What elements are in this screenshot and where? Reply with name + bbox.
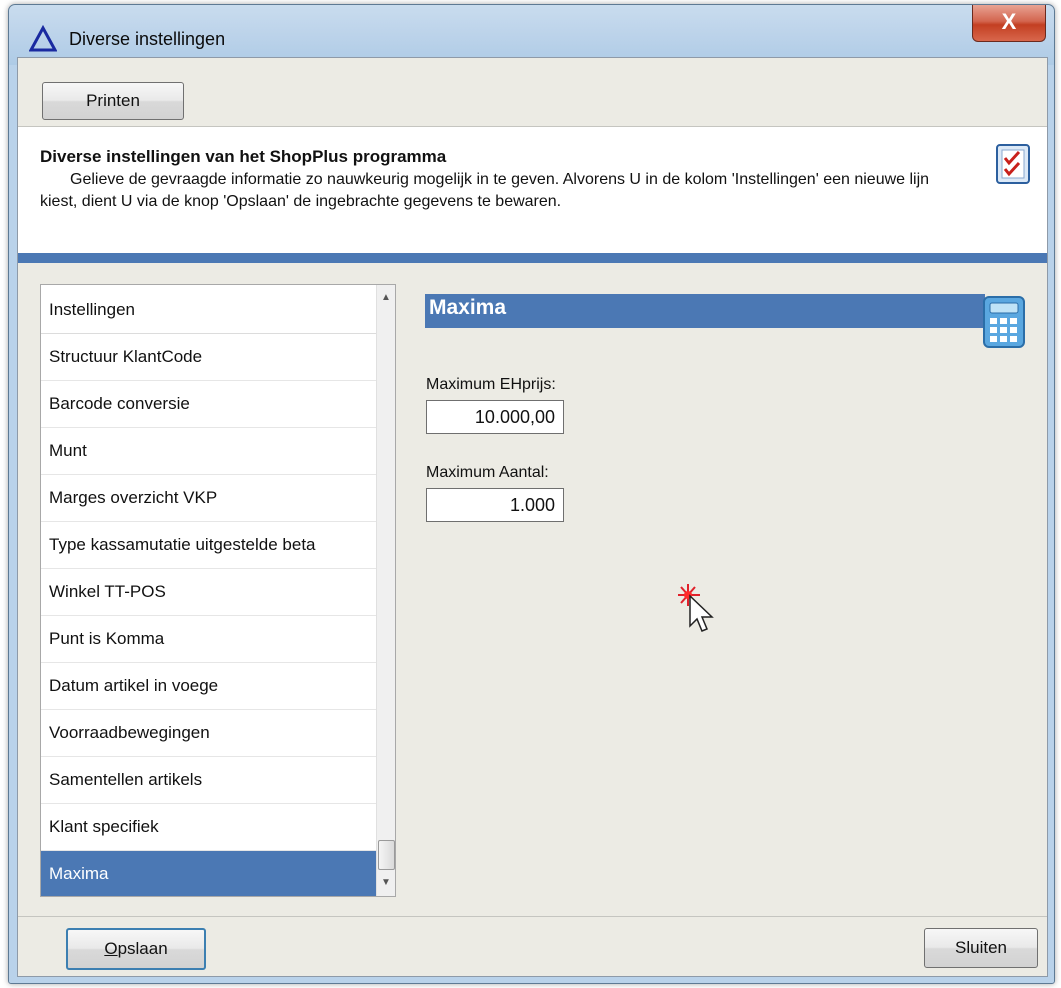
max-quantity-label: Maximum Aantal:: [426, 464, 549, 481]
list-item[interactable]: Datum artikel in voege: [41, 663, 377, 710]
save-button-label: pslaan: [117, 939, 168, 958]
triangle-icon: [29, 25, 57, 52]
dialog-client-area: Printen Diverse instellingen van het Sho…: [17, 57, 1048, 977]
scroll-down-arrow-icon[interactable]: ▼: [377, 874, 395, 892]
window-close-button[interactable]: X: [972, 5, 1046, 42]
list-item[interactable]: Marges overzicht VKP: [41, 475, 377, 522]
list-item[interactable]: Type kassamutatie uitgestelde beta: [41, 522, 377, 569]
header-divider: [18, 253, 1047, 263]
panel-title-bar: [425, 294, 985, 328]
calculator-icon: [983, 296, 1025, 348]
list-item[interactable]: Klant specifiek: [41, 804, 377, 851]
list-item[interactable]: Winkel TT-POS: [41, 569, 377, 616]
list-item[interactable]: Voorraadbewegingen: [41, 710, 377, 757]
save-button-mnemonic: O: [104, 939, 118, 958]
settings-list-rows: Instellingen Structuur KlantCode Barcode…: [41, 285, 377, 896]
checklist-icon: [996, 144, 1030, 184]
settings-list-header: Instellingen: [41, 285, 377, 334]
close-button[interactable]: Sluiten: [924, 928, 1038, 968]
list-item[interactable]: Barcode conversie: [41, 381, 377, 428]
dialog-window: Diverse instellingen X Printen Diverse i…: [8, 4, 1055, 984]
info-header: Diverse instellingen van het ShopPlus pr…: [18, 127, 1047, 253]
settings-list[interactable]: Instellingen Structuur KlantCode Barcode…: [40, 284, 396, 897]
max-quantity-field[interactable]: 1.000: [426, 488, 564, 522]
max-unit-price-field[interactable]: 10.000,00: [426, 400, 564, 434]
title-bar[interactable]: Diverse instellingen X: [9, 5, 1054, 65]
toolbar: Printen: [18, 58, 1047, 127]
window-title: Diverse instellingen: [69, 29, 226, 49]
save-button[interactable]: Opslaan: [66, 928, 206, 970]
list-scrollbar[interactable]: ▲ ▼: [376, 285, 395, 896]
scroll-up-arrow-icon[interactable]: ▲: [377, 289, 395, 307]
list-item-selected[interactable]: Maxima: [41, 851, 377, 896]
max-unit-price-label: Maximum EHprijs:: [426, 376, 556, 393]
list-item[interactable]: Munt: [41, 428, 377, 475]
footer-divider: [18, 916, 1047, 917]
header-title: Diverse instellingen van het ShopPlus pr…: [40, 147, 447, 166]
list-item[interactable]: Samentellen artikels: [41, 757, 377, 804]
panel-title: Maxima: [429, 296, 507, 319]
header-description: Gelieve de gevraagde informatie zo nauwk…: [40, 171, 930, 210]
list-item[interactable]: Structuur KlantCode: [41, 334, 377, 381]
list-item[interactable]: Punt is Komma: [41, 616, 377, 663]
scrollbar-thumb[interactable]: [378, 840, 395, 870]
print-button[interactable]: Printen: [42, 82, 184, 120]
mouse-cursor-icon: [678, 584, 714, 632]
